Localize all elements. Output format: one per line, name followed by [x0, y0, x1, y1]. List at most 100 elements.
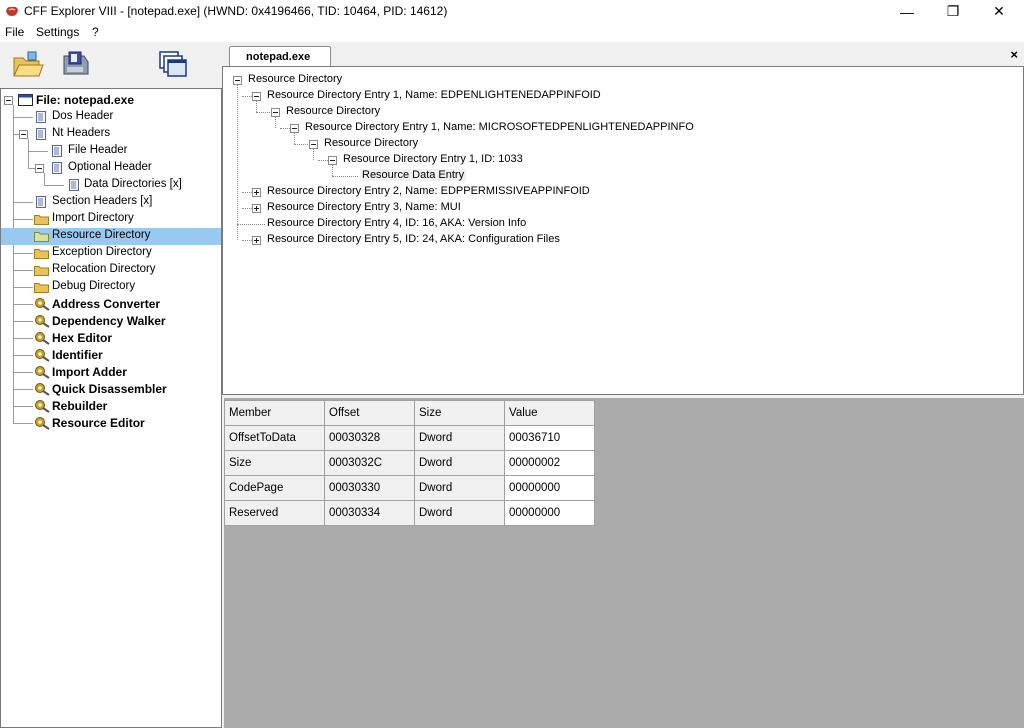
- column-header-value[interactable]: Value: [504, 400, 595, 426]
- collapse-icon[interactable]: [19, 130, 28, 139]
- tree-item-label: Resource Editor: [52, 416, 145, 430]
- menu-file[interactable]: File: [5, 25, 24, 39]
- resource-tree-item[interactable]: Resource Directory Entry 2, Name: EDPPER…: [223, 184, 923, 200]
- tree-item-relocation-directory[interactable]: Relocation Directory: [1, 262, 221, 279]
- column-header-member[interactable]: Member: [224, 400, 325, 426]
- tree-item-label: Dependency Walker: [52, 314, 166, 328]
- cell-offset: 00030330: [324, 475, 415, 501]
- open-folder-icon[interactable]: [10, 48, 44, 80]
- tree-item-dos-header[interactable]: Dos Header: [1, 109, 221, 126]
- tool-icon: [35, 417, 50, 430]
- collapse-icon[interactable]: [233, 76, 242, 85]
- folder-icon: [34, 283, 49, 293]
- windows-icon[interactable]: [156, 48, 190, 80]
- close-tab-icon[interactable]: ×: [1010, 47, 1018, 62]
- tree-item-section-headers[interactable]: Section Headers [x]: [1, 194, 221, 211]
- tree-item-label: Quick Disassembler: [52, 382, 167, 396]
- resource-tree-item[interactable]: Resource Directory Entry 1, ID: 1033: [223, 152, 923, 168]
- close-icon: ✕: [993, 3, 1005, 19]
- expand-icon[interactable]: [252, 236, 261, 245]
- resource-tree-item[interactable]: Resource Directory Entry 5, ID: 24, AKA:…: [223, 232, 923, 248]
- cell-value[interactable]: 00000000: [504, 475, 595, 501]
- tree-item-exception-directory[interactable]: Exception Directory: [1, 245, 221, 262]
- tool-icon: [35, 349, 50, 362]
- resource-tree-item[interactable]: Resource Directory: [223, 136, 923, 152]
- cell-size: Dword: [414, 425, 505, 451]
- tree-item-label: Debug Directory: [52, 280, 136, 292]
- tree-item-label: Nt Headers: [52, 127, 111, 139]
- table-row[interactable]: OffsetToData 00030328 Dword 00036710: [224, 425, 595, 451]
- resource-tree-item-selected[interactable]: Resource Data Entry: [223, 168, 923, 184]
- resource-tree-label: Resource Directory Entry 5, ID: 24, AKA:…: [267, 233, 560, 245]
- column-header-size[interactable]: Size: [414, 400, 505, 426]
- resource-tree-item[interactable]: Resource Directory Entry 1, Name: MICROS…: [223, 120, 923, 136]
- resource-tree-item[interactable]: Resource Directory: [223, 104, 923, 120]
- resource-tree-item[interactable]: Resource Directory: [223, 72, 923, 88]
- tree-item-address-converter[interactable]: Address Converter: [1, 296, 221, 313]
- menu-settings[interactable]: Settings: [36, 25, 79, 39]
- cell-size: Dword: [414, 500, 505, 526]
- menu-help[interactable]: ?: [92, 25, 99, 39]
- expand-icon[interactable]: [252, 188, 261, 197]
- column-header-offset[interactable]: Offset: [324, 400, 415, 426]
- cell-value[interactable]: 00036710: [504, 425, 595, 451]
- table-row[interactable]: CodePage 00030330 Dword 00000000: [224, 475, 595, 501]
- resource-tree-item[interactable]: Resource Directory Entry 4, ID: 16, AKA:…: [223, 216, 923, 232]
- minimize-button[interactable]: —: [884, 0, 930, 23]
- tree-item-identifier[interactable]: Identifier: [1, 347, 221, 364]
- tree-item-label: File: notepad.exe: [36, 93, 135, 107]
- expand-icon[interactable]: [252, 204, 261, 213]
- tree-item-resource-directory[interactable]: Resource Directory: [1, 228, 221, 245]
- tab-notepad-exe[interactable]: notepad.exe: [229, 46, 331, 67]
- folder-icon: [34, 249, 49, 259]
- cell-size: Dword: [414, 475, 505, 501]
- collapse-icon[interactable]: [328, 156, 337, 165]
- tree-item-label: Import Directory: [52, 212, 134, 224]
- resource-tree-label: Resource Directory Entry 3, Name: MUI: [267, 201, 461, 213]
- table-row[interactable]: Size 0003032C Dword 00000002: [224, 450, 595, 476]
- folder-icon: [34, 215, 49, 225]
- tree-item-data-directories[interactable]: Data Directories [x]: [1, 177, 221, 194]
- tree-item-label: Relocation Directory: [52, 263, 156, 275]
- tree-item-file-header[interactable]: File Header: [1, 143, 221, 160]
- maximize-button[interactable]: ❐: [930, 0, 976, 23]
- tree-item-quick-disassembler[interactable]: Quick Disassembler: [1, 381, 221, 398]
- cell-offset: 00030328: [324, 425, 415, 451]
- tool-icon: [35, 383, 50, 396]
- grid-header-row: Member Offset Size Value: [224, 400, 595, 426]
- tree-item-file[interactable]: File: notepad.exe: [1, 92, 221, 109]
- close-window-button[interactable]: ✕: [976, 0, 1022, 23]
- tree-item-dependency-walker[interactable]: Dependency Walker: [1, 313, 221, 330]
- collapse-icon[interactable]: [309, 140, 318, 149]
- tree-item-nt-headers[interactable]: Nt Headers: [1, 126, 221, 143]
- resource-tree-item[interactable]: Resource Directory Entry 1, Name: EDPENL…: [223, 88, 923, 104]
- cell-member: CodePage: [224, 475, 325, 501]
- resource-tree-item[interactable]: Resource Directory Entry 3, Name: MUI: [223, 200, 923, 216]
- tree-item-hex-editor[interactable]: Hex Editor: [1, 330, 221, 347]
- resource-tree-label: Resource Directory: [286, 105, 381, 117]
- window-icon: [18, 94, 33, 106]
- collapse-icon[interactable]: [4, 96, 13, 105]
- collapse-icon[interactable]: [35, 164, 44, 173]
- tree-item-import-directory[interactable]: Import Directory: [1, 211, 221, 228]
- save-disk-icon[interactable]: [58, 48, 92, 80]
- tree-item-optional-header[interactable]: Optional Header: [1, 160, 221, 177]
- cell-member: Reserved: [224, 500, 325, 526]
- restore-icon: ❐: [946, 3, 960, 19]
- tree-item-debug-directory[interactable]: Debug Directory: [1, 279, 221, 296]
- cell-value[interactable]: 00000000: [504, 500, 595, 526]
- tree-item-label: Section Headers [x]: [52, 195, 153, 207]
- table-row[interactable]: Reserved 00030334 Dword 00000000: [224, 500, 595, 526]
- tree-item-import-adder[interactable]: Import Adder: [1, 364, 221, 381]
- cell-offset: 00030334: [324, 500, 415, 526]
- tool-icon: [35, 332, 50, 345]
- tab-strip: notepad.exe ×: [222, 42, 1024, 67]
- collapse-icon[interactable]: [271, 108, 280, 117]
- document-icon: [36, 111, 46, 123]
- tree-item-resource-editor[interactable]: Resource Editor: [1, 415, 221, 432]
- window-title: CFF Explorer VIII - [notepad.exe] (HWND:…: [24, 4, 448, 18]
- tree-item-rebuilder[interactable]: Rebuilder: [1, 398, 221, 415]
- cell-value[interactable]: 00000002: [504, 450, 595, 476]
- collapse-icon[interactable]: [290, 124, 299, 133]
- collapse-icon[interactable]: [252, 92, 261, 101]
